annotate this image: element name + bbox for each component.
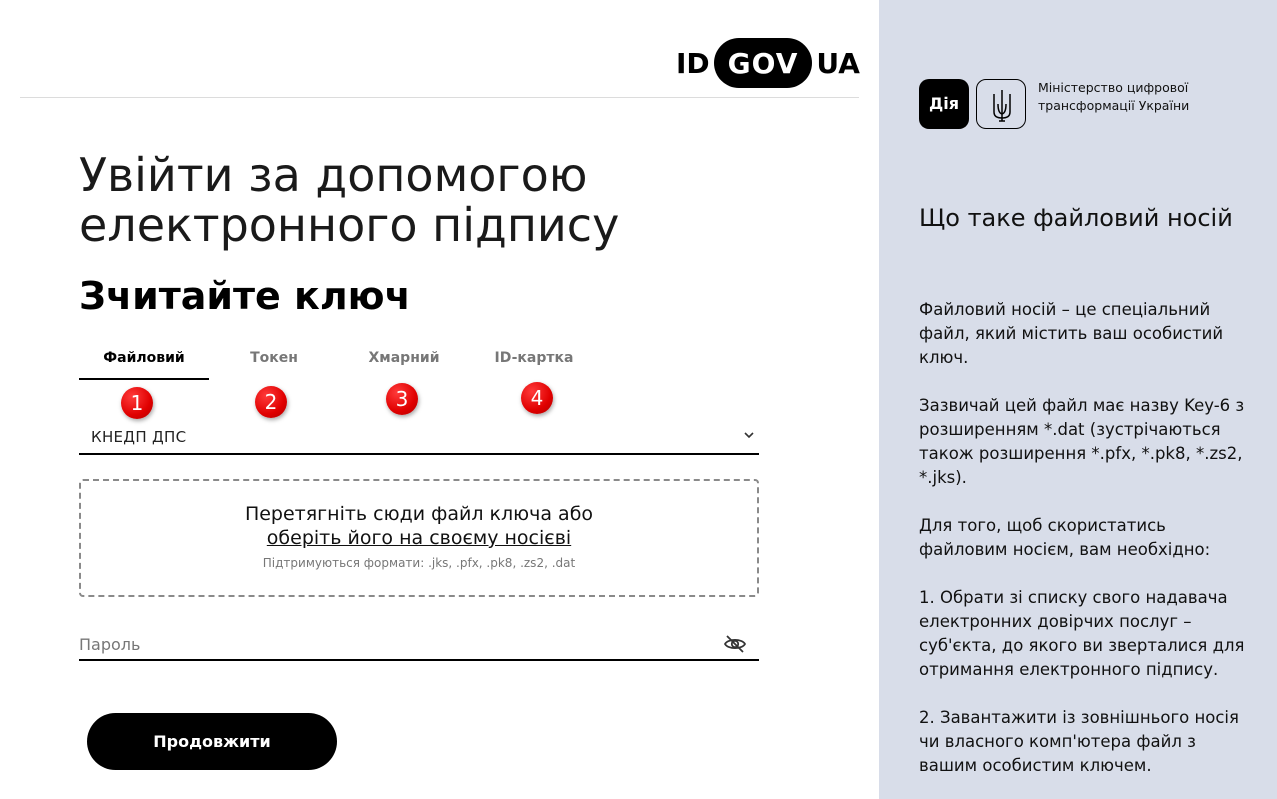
password-input[interactable]: [79, 632, 709, 656]
annotation-marker-3: 3: [386, 383, 418, 415]
id-gov-ua-logo: ID GOV UA: [676, 38, 860, 88]
provider-select-value: КНЕДП ДПС: [91, 428, 187, 446]
sidebar-paragraph: 2. Завантажити із зовнішнього носія чи в…: [919, 708, 1239, 775]
supported-formats: Підтримуються формати: .jks, .pfx, .pk8,…: [262, 556, 576, 570]
key-file-dropzone[interactable]: Перетягніть сюди файл ключа або оберіть …: [79, 479, 759, 597]
dropzone-instruction: Перетягніть сюди файл ключа або: [244, 503, 594, 525]
eye-off-icon[interactable]: [723, 632, 747, 656]
sidebar-paragraph: Зазвичай цей файл має назву Key-6 з розш…: [919, 396, 1245, 487]
page-title: Увійти за допомогою електронного підпису: [79, 148, 620, 252]
annotation-marker-2: 2: [255, 386, 287, 418]
password-field: [79, 628, 759, 661]
ministry-name: Міністерство цифрової трансформації Укра…: [1038, 80, 1190, 113]
logo-gov-pill: GOV: [713, 38, 813, 88]
choose-file-link[interactable]: оберіть його на своєму носієві: [267, 527, 571, 549]
info-sidebar: Дія Міністерство цифрової трансформації …: [879, 0, 1277, 799]
diya-logo: Дія: [919, 79, 969, 129]
logo-id-text: ID: [676, 46, 710, 80]
sidebar-paragraph: Для того, щоб скористатись файловим носі…: [919, 516, 1211, 559]
key-type-tabs: Файловий Токен Хмарний ID-картка: [79, 338, 679, 382]
provider-select[interactable]: КНЕДП ДПС: [79, 420, 759, 455]
sidebar-paragraph: Файловий носій – це спеціальний файл, як…: [919, 300, 1224, 367]
header-divider: [20, 97, 859, 98]
tab-cloud[interactable]: Хмарний: [339, 338, 469, 380]
sidebar-paragraph: 1. Обрати зі списку свого надавача елект…: [919, 588, 1245, 679]
continue-button[interactable]: Продовжити: [87, 713, 337, 770]
sidebar-heading: Що таке файловий носій: [919, 204, 1233, 232]
trident-icon: [976, 79, 1026, 129]
section-title: Зчитайте ключ: [79, 274, 411, 318]
tab-file[interactable]: Файловий: [79, 338, 209, 380]
login-panel: ID GOV UA Увійти за допомогою електронно…: [0, 0, 879, 799]
logo-ua-text: UA: [816, 46, 860, 80]
chevron-down-icon: [743, 426, 755, 445]
tab-id-card[interactable]: ID-картка: [469, 338, 599, 380]
tab-token[interactable]: Токен: [209, 338, 339, 380]
annotation-marker-4: 4: [521, 382, 553, 414]
annotation-marker-1: 1: [121, 387, 153, 419]
